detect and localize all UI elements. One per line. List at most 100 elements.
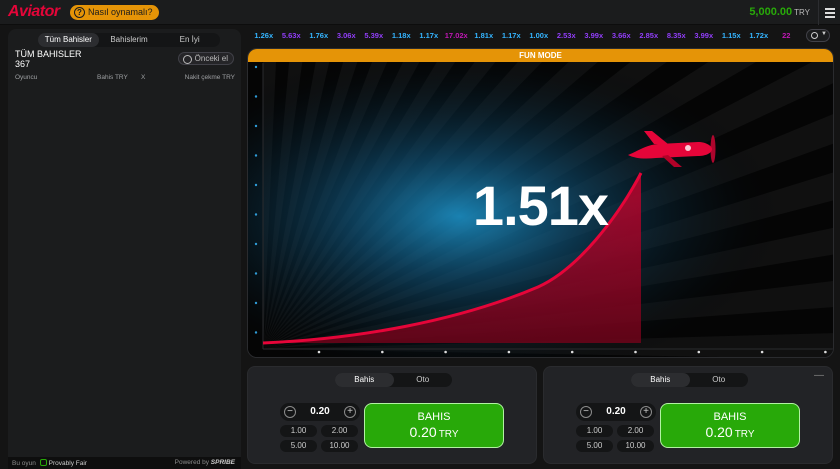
history-multiplier[interactable]: 1.81x	[470, 29, 498, 43]
aviator-logo: Aviator	[8, 3, 60, 20]
bet-panel-2: — Bahis Oto − 0.20 + 1.00 2.00 5.00 10.0…	[543, 366, 833, 464]
tab-my-bets[interactable]: Bahislerim	[99, 33, 160, 47]
tab-all-bets[interactable]: Tüm Bahisler	[38, 33, 99, 47]
balance-currency: TRY	[794, 8, 810, 17]
history-multiplier[interactable]: 1.15x	[718, 29, 746, 43]
menu-button[interactable]	[818, 0, 840, 25]
place-bet-amount: 0.20	[705, 424, 733, 440]
how-to-play-button[interactable]: ? Nasıl oynamalı?	[70, 5, 159, 20]
y-axis-dot	[254, 242, 258, 246]
history-multiplier[interactable]: 1.00x	[525, 29, 553, 43]
history-multiplier[interactable]: 2.85x	[635, 29, 663, 43]
x-axis-dot	[824, 350, 827, 354]
x-axis-dot	[634, 350, 637, 354]
quick-amount-button[interactable]: 5.00	[280, 440, 317, 452]
place-bet-currency: TRY	[734, 429, 755, 440]
bet-amount-value[interactable]: 0.20	[596, 406, 636, 417]
history-multiplier[interactable]: 8.35x	[663, 29, 691, 43]
history-multiplier[interactable]: 3.99x	[580, 29, 608, 43]
quick-amount-button[interactable]: 10.00	[321, 440, 358, 452]
powered-by: Powered by SPRIBE	[175, 459, 235, 466]
place-bet-button[interactable]: BAHIS 0.20 TRY	[660, 403, 800, 448]
place-bet-label: BAHIS	[713, 411, 747, 423]
history-multiplier[interactable]: 1.18x	[388, 29, 416, 43]
bet-panel-1: Bahis Oto − 0.20 + 1.00 2.00 5.00 10.00 …	[247, 366, 537, 464]
balance-value: 5,000.00	[749, 6, 793, 18]
history-multiplier[interactable]: 1.17x	[415, 29, 443, 43]
bet-amount-controls: − 0.20 + 1.00 2.00 5.00 10.00	[280, 403, 360, 457]
col-x: X	[141, 74, 146, 81]
y-axis-dot	[254, 301, 258, 305]
bet-amount-value[interactable]: 0.20	[300, 406, 340, 417]
this-game-label: Bu oyun	[12, 460, 36, 467]
place-bet-label: BAHIS	[417, 411, 451, 423]
how-to-play-label: Nasıl oynamalı?	[88, 7, 153, 17]
history-multiplier[interactable]: 3.99x	[690, 29, 718, 43]
quick-amount-button[interactable]: 10.00	[617, 440, 654, 452]
bets-panel: Tüm Bahisler Bahislerim En İyi TÜM BAHIS…	[8, 29, 241, 469]
bet-amount-controls: − 0.20 + 1.00 2.00 5.00 10.00	[576, 403, 656, 457]
chevron-down-icon: ▼	[821, 31, 827, 37]
bet-amount-stepper[interactable]: − 0.20 +	[280, 403, 360, 421]
top-bar: Aviator ? Nasıl oynamalı? 5,000.00 TRY	[0, 0, 840, 25]
x-axis-dot	[507, 350, 511, 354]
game-stage: FUN MODE 1.51x	[247, 48, 834, 358]
tab-auto[interactable]: Oto	[690, 373, 749, 387]
previous-hand-label: Önceki el	[194, 54, 228, 63]
history-multiplier[interactable]: 3.66x	[608, 29, 636, 43]
all-bets-title: TÜM BAHISLER	[15, 49, 82, 59]
tab-top[interactable]: En İyi	[159, 33, 220, 47]
quick-amount-button[interactable]: 2.00	[617, 425, 654, 437]
place-bet-currency: TRY	[438, 429, 459, 440]
history-multiplier[interactable]: 17.02x	[443, 29, 471, 43]
tab-auto[interactable]: Oto	[394, 373, 453, 387]
place-bet-amount: 0.20	[409, 424, 437, 440]
quick-amount-button[interactable]: 1.00	[576, 425, 613, 437]
bets-tabs: Tüm Bahisler Bahislerim En İyi	[38, 33, 220, 47]
minus-icon[interactable]: −	[580, 406, 592, 418]
place-bet-button[interactable]: BAHIS 0.20 TRY	[364, 403, 504, 448]
remove-panel-button[interactable]: —	[814, 370, 824, 381]
provably-fair-link[interactable]: Bu oyun Provably Fair	[12, 459, 87, 467]
y-axis-dot	[254, 95, 258, 98]
shield-icon	[39, 459, 47, 466]
x-axis-dot	[570, 350, 574, 354]
history-multiplier[interactable]: 1.76x	[305, 29, 333, 43]
quick-amount-button[interactable]: 2.00	[321, 425, 358, 437]
multiplier-history: 1.26x 5.63x 1.76x 3.06x 5.39x 1.18x 1.17x 17.02…	[250, 29, 800, 43]
history-multiplier[interactable]: 1.26x	[250, 29, 278, 43]
history-dropdown-button[interactable]: ▼	[806, 29, 830, 42]
history-multiplier[interactable]: 1.72x	[745, 29, 773, 43]
tab-bet[interactable]: Bahis	[335, 373, 394, 387]
minus-icon[interactable]: −	[284, 406, 296, 418]
x-axis-dot	[760, 350, 764, 354]
left-footer: Bu oyun Provably Fair Powered by SPRIBE	[8, 457, 241, 469]
col-player: Oyuncu	[15, 74, 38, 81]
history-multiplier[interactable]: 5.63x	[278, 29, 306, 43]
previous-hand-button[interactable]: Önceki el	[177, 52, 234, 65]
history-multiplier[interactable]: 22	[773, 29, 801, 43]
plus-icon[interactable]: +	[344, 406, 356, 418]
powered-by-label: Powered by	[174, 459, 209, 466]
tab-bet[interactable]: Bahis	[631, 373, 690, 387]
y-axis-dot	[254, 331, 258, 334]
bet-amount-stepper[interactable]: − 0.20 +	[576, 403, 656, 421]
history-icon	[811, 32, 818, 39]
quick-amount-button[interactable]: 1.00	[280, 425, 317, 437]
plus-icon[interactable]: +	[640, 406, 652, 418]
y-axis-dot	[254, 65, 258, 69]
history-multiplier[interactable]: 2.53x	[553, 29, 581, 43]
x-axis-dot	[317, 350, 321, 354]
fun-mode-banner: FUN MODE	[248, 49, 833, 62]
history-multiplier[interactable]: 3.06x	[333, 29, 361, 43]
x-axis-dot	[697, 350, 701, 354]
history-multiplier[interactable]: 1.17x	[498, 29, 526, 43]
col-cashout: Nakit çekme TRY	[184, 74, 235, 81]
all-bets-count: 367	[15, 59, 31, 69]
x-axis-dot	[381, 350, 384, 354]
bet-mode-tabs: Bahis Oto	[631, 373, 748, 387]
history-multiplier[interactable]: 5.39x	[360, 29, 388, 43]
spribe-logo: SPRIBE	[210, 459, 235, 466]
y-axis-dot	[254, 154, 258, 157]
quick-amount-button[interactable]: 5.00	[576, 440, 613, 452]
